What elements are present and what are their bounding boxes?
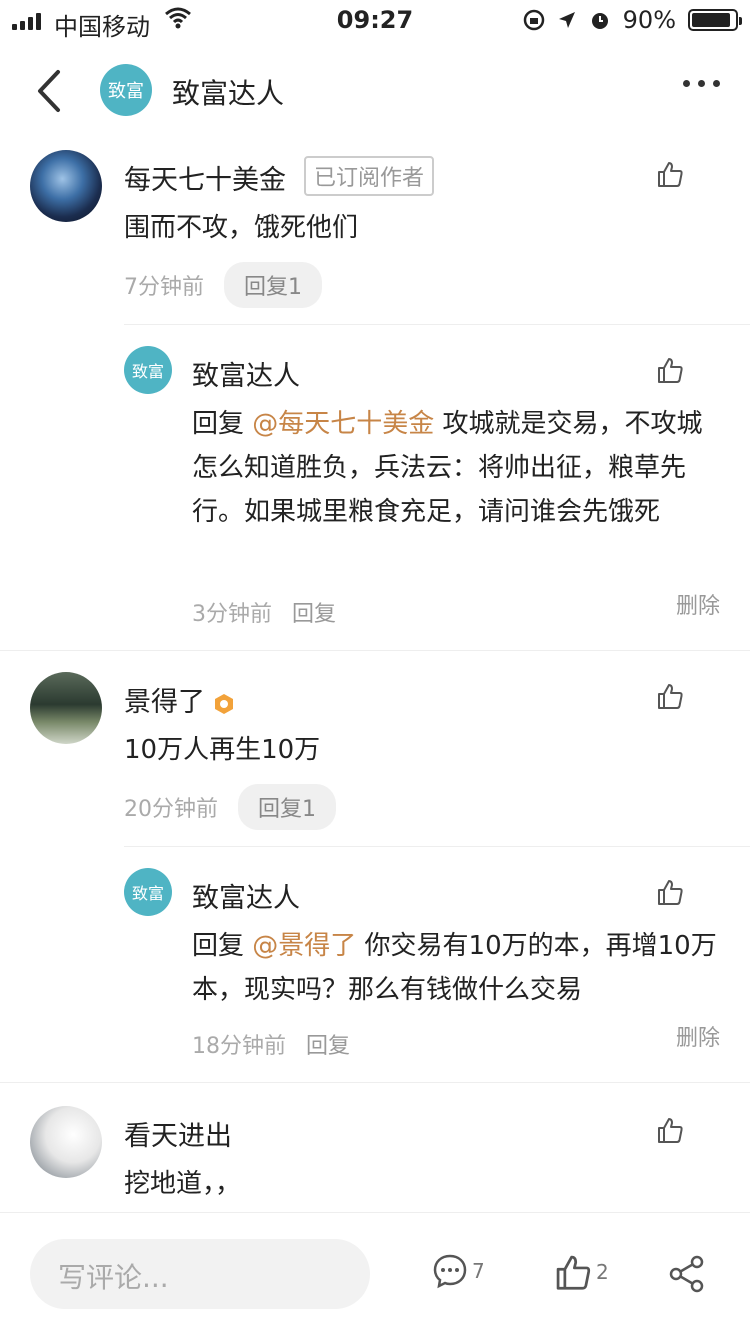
- divider: [124, 324, 750, 325]
- mention-link[interactable]: @每天七十美金: [252, 409, 434, 439]
- comment-text: 10万人再生10万: [124, 735, 321, 765]
- divider: [0, 650, 750, 651]
- comment-meta: 7分钟前 回复1: [124, 262, 322, 308]
- comment-count: 7: [472, 1259, 485, 1283]
- reply-meta: 18分钟前 回复: [192, 1028, 350, 1060]
- reply-avatar[interactable]: 致富: [124, 346, 172, 394]
- channel-avatar[interactable]: 致富: [100, 64, 152, 116]
- avatar[interactable]: [30, 150, 102, 222]
- subscriber-badge: 已订阅作者: [304, 156, 435, 196]
- battery-percent: 90%: [622, 6, 676, 34]
- comment-author[interactable]: 景得了: [124, 680, 235, 719]
- like-icon[interactable]: [656, 356, 684, 384]
- delete-button[interactable]: 删除: [676, 588, 720, 620]
- page-title: 致富达人: [172, 77, 285, 110]
- reply-count-button[interactable]: 回复1: [238, 784, 336, 830]
- comment-author[interactable]: 看天进出: [124, 1114, 232, 1153]
- status-right: 90%: [523, 6, 742, 34]
- divider: [0, 1082, 750, 1083]
- like-count: 2: [596, 1260, 609, 1284]
- rotation-lock-icon: [523, 9, 544, 31]
- more-dots-icon[interactable]: [683, 80, 720, 87]
- reply-meta: 3分钟前 回复: [192, 596, 336, 628]
- like-icon[interactable]: [656, 1116, 684, 1144]
- avatar[interactable]: [30, 672, 102, 744]
- like-icon[interactable]: [656, 160, 684, 188]
- like-icon: [556, 1255, 591, 1290]
- comment-author[interactable]: 每天七十美金: [124, 158, 286, 197]
- comment-input[interactable]: 写评论...: [30, 1239, 370, 1309]
- status-bar: 中国移动 09:27 90%: [0, 0, 750, 42]
- comment: 看天进出 挖地道，，: [0, 1092, 750, 1212]
- like-icon[interactable]: [656, 682, 684, 710]
- divider: [124, 846, 750, 847]
- comment-text: 挖地道，，: [124, 1169, 242, 1199]
- reply-text: 回复 @景得了 你交易有10万的本，再增10万本，现实吗？那么有钱做什么交易: [192, 924, 722, 1012]
- like-button[interactable]: 2: [554, 1253, 609, 1291]
- reply-prefix: 回复: [192, 931, 253, 961]
- back-arrow-icon[interactable]: [30, 68, 70, 114]
- comment-text: 围而不攻，饿死他们: [124, 213, 359, 243]
- delete-button[interactable]: 删除: [676, 1020, 720, 1052]
- reply-text: 回复 @每天七十美金 攻城就是交易，不攻城怎么知道胜负，兵法云：将帅出征，粮草先…: [192, 402, 722, 534]
- avatar[interactable]: [30, 1106, 102, 1178]
- comments-button[interactable]: 7: [432, 1253, 485, 1289]
- author-name: 景得了: [124, 687, 205, 718]
- reply-button[interactable]: 回复: [306, 1028, 350, 1060]
- reply-author[interactable]: 致富达人: [192, 354, 300, 393]
- reply-avatar[interactable]: 致富: [124, 868, 172, 916]
- verified-badge-icon: [215, 693, 233, 714]
- comment-meta: 20分钟前 回复1: [124, 784, 336, 830]
- share-icon[interactable]: [668, 1255, 706, 1293]
- mention-link[interactable]: @景得了: [252, 931, 356, 961]
- battery-icon: [688, 9, 742, 31]
- nav-header: 致富 致富达人: [0, 42, 750, 138]
- reply-time: 3分钟前: [192, 602, 272, 627]
- reply-prefix: 回复: [192, 409, 253, 439]
- comment-bubble-icon: [433, 1254, 467, 1289]
- bottom-bar: 写评论... 7 2: [0, 1212, 750, 1334]
- reply-count-button[interactable]: 回复1: [224, 262, 322, 308]
- alarm-icon: [591, 13, 608, 29]
- comment: 景得了 10万人再生10万 20分钟前 回复1 致富 致富达人 回复 @景得了 …: [0, 660, 750, 1080]
- comment-time: 7分钟前: [124, 275, 204, 300]
- comment: 每天七十美金 已订阅作者 围而不攻，饿死他们 7分钟前 回复1 致富 致富达人 …: [0, 138, 750, 650]
- reply-button[interactable]: 回复: [292, 596, 336, 628]
- comment-time: 20分钟前: [124, 797, 218, 822]
- reply-author[interactable]: 致富达人: [192, 876, 300, 915]
- reply-time: 18分钟前: [192, 1034, 286, 1059]
- location-icon: [558, 12, 575, 28]
- like-icon[interactable]: [656, 878, 684, 906]
